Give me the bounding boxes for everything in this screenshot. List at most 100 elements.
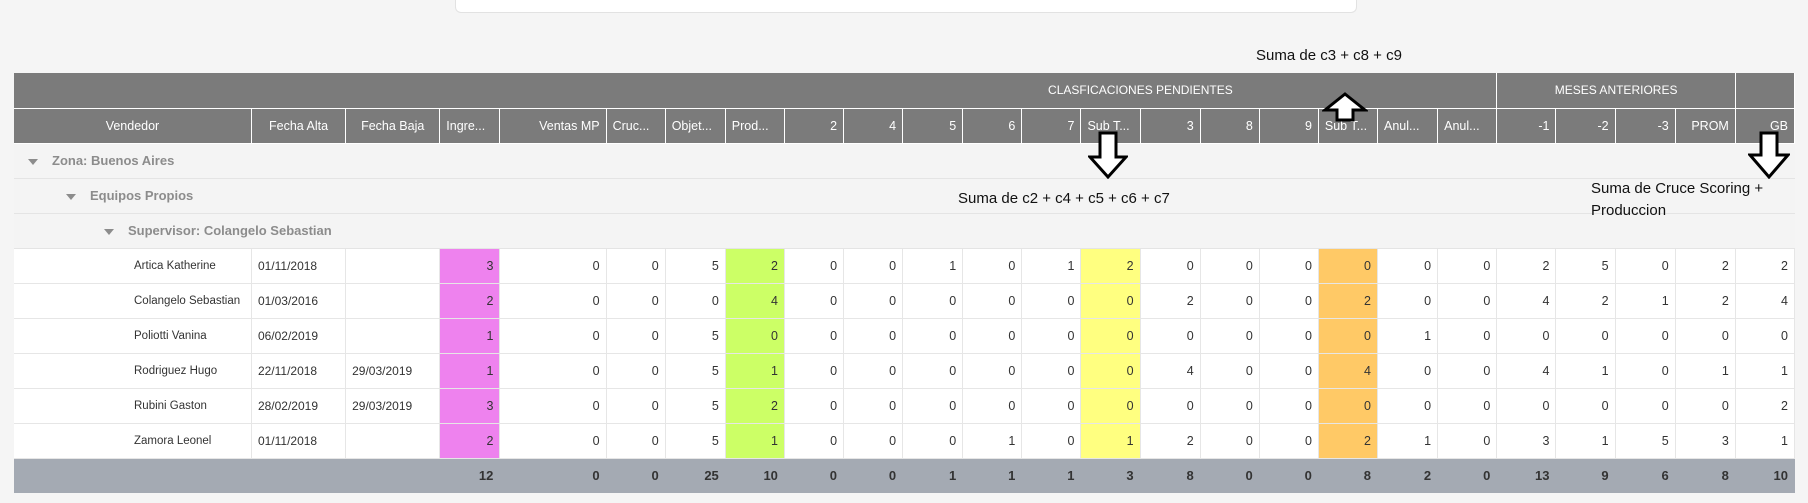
cell-value: 2 <box>725 248 785 284</box>
cell-value: 1 <box>1735 423 1796 459</box>
cell-value: 0 <box>1140 388 1201 424</box>
cell-value: 0 <box>784 353 845 389</box>
cell-value: 5 <box>665 388 726 424</box>
cell-value: 2 <box>1735 388 1796 424</box>
table-row[interactable]: Colangelo Sebastian 01/03/2016 2 0 0 0 4 0 0 0 0 0 0… <box>14 283 1796 319</box>
header-group-row: CLASFICACIONES PENDIENTES MESES ANTERIOR… <box>14 73 1796 109</box>
col-header-ingresos[interactable]: Ingre... <box>439 108 501 144</box>
cell-value: 1 <box>439 318 501 354</box>
col-header-c6[interactable]: 6 <box>962 108 1023 144</box>
col-header-c8[interactable]: 8 <box>1200 108 1260 144</box>
header-group-clasificaciones: CLASFICACIONES PENDIENTES <box>784 73 1498 109</box>
col-header-cruce[interactable]: Cruc... <box>606 108 666 144</box>
cell-vendedor: Zamora Leonel <box>14 423 252 459</box>
cell-value: 1 <box>962 423 1023 459</box>
cell-value: 5 <box>1555 248 1616 284</box>
col-header-anulados-1[interactable]: Anul... <box>1377 108 1439 144</box>
caret-down-icon[interactable] <box>104 228 114 235</box>
cell-value: 0 <box>1259 318 1319 354</box>
col-header-c3[interactable]: 3 <box>1140 108 1201 144</box>
group-row-zona[interactable]: Zona: Buenos Aires <box>14 143 1795 179</box>
total-cell: 2 <box>1377 458 1439 493</box>
col-header-c7[interactable]: 7 <box>1021 108 1082 144</box>
cell-value: 0 <box>725 318 785 354</box>
col-header-fecha-alta[interactable]: Fecha Alta <box>251 108 347 144</box>
cell-value: 5 <box>665 423 726 459</box>
cell-value: 3 <box>1675 423 1736 459</box>
col-header-ventas-mp[interactable]: Ventas MP <box>499 108 607 144</box>
cell-value: 0 <box>499 318 607 354</box>
cell-value: 0 <box>499 248 607 284</box>
caret-down-icon[interactable] <box>28 158 38 165</box>
group-row-supervisor[interactable]: Supervisor: Colangelo Sebastian <box>14 213 1795 249</box>
cell-value: 5 <box>665 318 726 354</box>
col-header-produccion[interactable]: Prod... <box>725 108 785 144</box>
cell-value: 0 <box>962 248 1023 284</box>
cell-value: 0 <box>843 388 904 424</box>
cell-value: 0 <box>1437 388 1498 424</box>
header-group-blank <box>14 73 785 109</box>
cell-value: 1 <box>902 248 964 284</box>
cell-fecha-baja: 29/03/2019 <box>345 388 441 424</box>
col-header-fecha-baja[interactable]: Fecha Baja <box>345 108 441 144</box>
col-header-c9[interactable]: 9 <box>1259 108 1319 144</box>
cell-value: 4 <box>1496 353 1557 389</box>
table-row[interactable]: Rodriguez Hugo 22/11/2018 29/03/2019 1 0 0 5 1 0… <box>14 353 1796 389</box>
cell-vendedor: Rodriguez Hugo <box>14 353 252 389</box>
total-cell: 0 <box>843 458 904 493</box>
col-header-c4[interactable]: 4 <box>843 108 904 144</box>
cell-value: 0 <box>606 423 666 459</box>
table-row[interactable]: Rubini Gaston 28/02/2019 29/03/2019 3 0 0 5 2 0 0… <box>14 388 1796 424</box>
group-row-equipo[interactable]: Equipos Propios <box>14 178 1795 214</box>
group-label-equipo: Equipos Propios <box>90 188 194 203</box>
cell-value: 1 <box>725 353 785 389</box>
cell-value: 0 <box>1377 353 1439 389</box>
col-header-c5[interactable]: 5 <box>902 108 964 144</box>
cell-value: 0 <box>499 423 607 459</box>
cell-fecha-alta: 06/02/2019 <box>251 318 347 354</box>
total-cell: 10 <box>725 458 785 493</box>
top-panel <box>455 0 1357 13</box>
col-header-c2[interactable]: 2 <box>784 108 845 144</box>
cell-value: 0 <box>962 388 1023 424</box>
cell-value: 0 <box>499 353 607 389</box>
cell-value: 0 <box>784 388 845 424</box>
cell-value: 2 <box>725 388 785 424</box>
cell-value: 0 <box>843 318 904 354</box>
col-header-objetivo[interactable]: Objet... <box>665 108 726 144</box>
cell-value: 1 <box>1675 353 1736 389</box>
sales-grid: CLASFICACIONES PENDIENTES MESES ANTERIOR… <box>14 73 1796 493</box>
col-header-prom[interactable]: PROM <box>1675 108 1736 144</box>
col-header-vendedor[interactable]: Vendedor <box>14 108 252 144</box>
cell-value: 0 <box>962 318 1023 354</box>
col-header-minus-2[interactable]: -2 <box>1555 108 1616 144</box>
cell-value: 1 <box>1735 353 1796 389</box>
cell-value: 0 <box>1140 248 1201 284</box>
col-header-minus-1[interactable]: -1 <box>1496 108 1557 144</box>
table-row[interactable]: Artica Katherine 01/11/2018 3 0 0 5 2 0 0 1 0 1 2 0 0 0… <box>14 248 1796 284</box>
cell-value: 0 <box>1259 388 1319 424</box>
caret-down-icon[interactable] <box>66 193 76 200</box>
table-row[interactable]: Zamora Leonel 01/11/2018 2 0 0 5 1 0 0 0 1 0 1 2 0 0 2 1 0… <box>14 423 1796 459</box>
group-label-supervisor: Supervisor: Colangelo Sebastian <box>128 223 332 238</box>
cell-value: 2 <box>1318 283 1379 319</box>
annotation-sum-c2-c7: Suma de c2 + c4 + c5 + c6 + c7 <box>958 190 1170 207</box>
header-group-gb-blank <box>1735 73 1796 109</box>
cell-value: 0 <box>843 248 904 284</box>
col-header-minus-3[interactable]: -3 <box>1615 108 1676 144</box>
cell-value: 2 <box>1675 248 1736 284</box>
group-label-zona: Zona: Buenos Aires <box>52 153 175 168</box>
cell-fecha-baja <box>345 318 441 354</box>
total-cell: 0 <box>606 458 666 493</box>
cell-value: 1 <box>725 423 785 459</box>
cell-value: 0 <box>902 388 964 424</box>
cell-value: 0 <box>665 283 726 319</box>
cell-value: 0 <box>1080 353 1141 389</box>
arrow-down-outline-icon <box>1748 131 1790 179</box>
col-header-anulados-2[interactable]: Anul... <box>1437 108 1498 144</box>
cell-value: 1 <box>1555 353 1616 389</box>
cell-value: 4 <box>725 283 785 319</box>
cell-value: 0 <box>1615 388 1676 424</box>
cell-value: 0 <box>1200 248 1260 284</box>
table-row[interactable]: Poliotti Vanina 06/02/2019 1 0 0 5 0 0 0 0 0 0 0 0 0 0 0… <box>14 318 1796 354</box>
